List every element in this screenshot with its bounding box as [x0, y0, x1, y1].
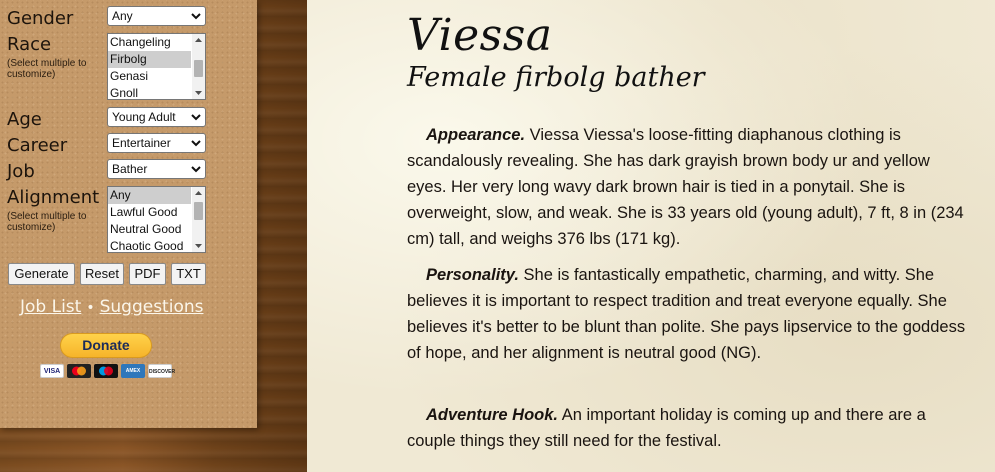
chevron-down-icon: [191, 13, 201, 20]
maestro-card-icon: [94, 364, 118, 378]
appearance-heading: Appearance.: [426, 126, 526, 144]
txt-button[interactable]: TXT: [171, 263, 206, 285]
career-select-value: Entertainer: [112, 136, 171, 150]
alignment-label: Alignment: [7, 187, 100, 208]
race-option[interactable]: Changeling: [108, 34, 191, 51]
chevron-down-icon: [191, 140, 201, 147]
race-option[interactable]: Gnoll: [108, 85, 191, 99]
visa-card-icon: VISA: [40, 364, 64, 378]
job-select[interactable]: Bather: [107, 159, 206, 179]
character-subtitle: Female firbolg bather: [407, 62, 705, 93]
footer-links: Job List • Suggestions: [20, 297, 203, 317]
personality-paragraph: Personality. She is fantastically empath…: [407, 262, 967, 366]
race-scroll-thumb[interactable]: [194, 60, 203, 77]
scroll-down-icon[interactable]: [195, 90, 202, 96]
age-select[interactable]: Young Adult: [107, 107, 206, 127]
appearance-text: Viessa Viessa's loose-fitting diaphanous…: [407, 126, 964, 248]
chevron-down-icon: [191, 166, 201, 173]
chevron-down-icon: [191, 114, 201, 121]
scroll-down-icon[interactable]: [195, 243, 202, 249]
hook-paragraph: Adventure Hook. An important holiday is …: [407, 402, 967, 454]
race-option[interactable]: Genasi: [108, 68, 191, 85]
maestro-logo-icon: [99, 366, 113, 376]
alignment-listbox[interactable]: Any Lawful Good Neutral Good Chaotic Goo…: [107, 186, 206, 253]
race-option-selected[interactable]: Firbolg: [108, 51, 191, 68]
job-label: Job: [7, 161, 35, 182]
appearance-paragraph: Appearance. Viessa Viessa's loose-fittin…: [407, 122, 967, 252]
alignment-option[interactable]: Chaotic Good: [108, 238, 191, 252]
alignment-scroll-thumb[interactable]: [194, 202, 203, 220]
amex-card-icon: AMEX: [121, 364, 145, 378]
gender-label: Gender: [7, 8, 74, 29]
age-select-value: Young Adult: [112, 110, 176, 124]
career-select[interactable]: Entertainer: [107, 133, 206, 153]
alignment-option[interactable]: Lawful Good: [108, 204, 191, 221]
race-hint: (Select multiple to customize): [7, 58, 87, 80]
personality-heading: Personality.: [426, 266, 519, 284]
scroll-up-icon[interactable]: [195, 37, 202, 43]
gender-select-value: Any: [112, 9, 133, 23]
donate-button[interactable]: Donate: [60, 333, 152, 358]
suggestions-link[interactable]: Suggestions: [100, 297, 204, 317]
age-label: Age: [7, 109, 42, 130]
hook-heading: Adventure Hook.: [426, 406, 559, 424]
race-listbox[interactable]: Changeling Firbolg Genasi Gnoll: [107, 33, 206, 100]
generate-button[interactable]: Generate: [8, 263, 75, 285]
discover-card-icon: DISCOVER: [148, 364, 175, 378]
career-label: Career: [7, 135, 68, 156]
job-list-link[interactable]: Job List: [20, 297, 81, 317]
character-name: Viessa: [407, 10, 553, 61]
reset-button[interactable]: Reset: [80, 263, 124, 285]
alignment-hint: (Select multiple to customize): [7, 211, 87, 233]
alignment-option-selected[interactable]: Any: [108, 187, 191, 204]
race-scrollbar[interactable]: [192, 34, 205, 99]
race-label: Race: [7, 34, 52, 55]
scroll-up-icon[interactable]: [195, 190, 202, 196]
pdf-button[interactable]: PDF: [129, 263, 166, 285]
alignment-scrollbar[interactable]: [192, 187, 205, 252]
gender-select[interactable]: Any: [107, 6, 206, 26]
alignment-option[interactable]: Neutral Good: [108, 221, 191, 238]
job-select-value: Bather: [112, 162, 148, 176]
link-separator: •: [86, 300, 95, 316]
mastercard-logo-icon: [72, 366, 86, 376]
mastercard-icon: [67, 364, 91, 378]
